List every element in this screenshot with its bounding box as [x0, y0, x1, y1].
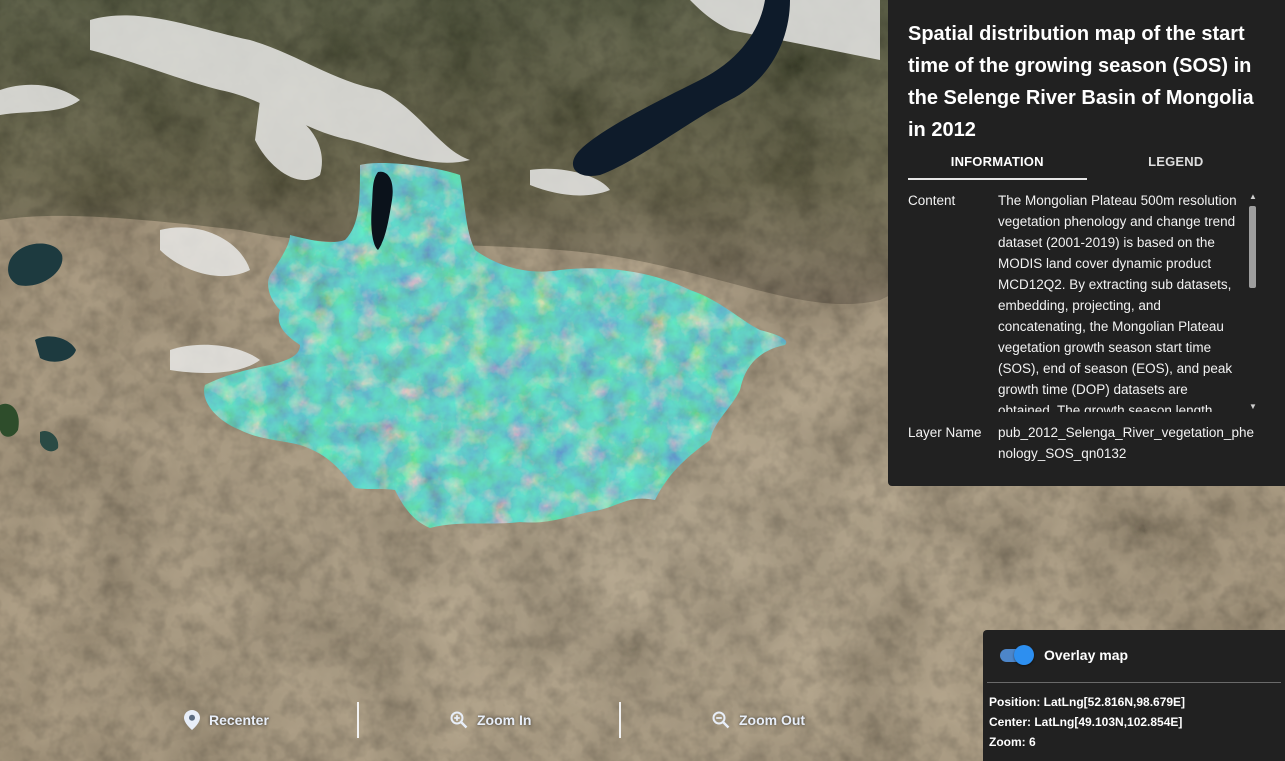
zoom-out-label: Zoom Out — [739, 712, 806, 728]
scroll-down-icon[interactable]: ▼ — [1248, 402, 1258, 412]
panel-title: Spatial distribution map of the start ti… — [908, 23, 1254, 141]
tab-legend[interactable]: LEGEND — [1087, 146, 1266, 180]
layer-name-label: Layer Name — [908, 425, 982, 440]
scroll-thumb[interactable] — [1249, 206, 1256, 288]
toolbar-divider — [357, 702, 359, 738]
tab-information[interactable]: INFORMATION — [908, 146, 1087, 180]
zoom-in-icon — [450, 711, 468, 729]
recenter-button[interactable]: Recenter — [184, 710, 269, 730]
zoom-readout: Zoom: 6 — [989, 735, 1036, 749]
status-divider — [987, 682, 1281, 683]
zoom-in-button[interactable]: Zoom In — [450, 710, 531, 730]
overlay-map-toggle[interactable] — [1000, 645, 1034, 665]
content-row: Content The Mongolian Plateau 500m resol… — [908, 190, 1276, 412]
content-scrollbar[interactable]: ▲ ▼ — [1248, 192, 1258, 412]
content-label: Content — [908, 193, 956, 208]
layer-name-row: Layer Name pub_2012_Selenga_River_vegeta… — [908, 422, 1276, 464]
center-readout: Center: LatLng[49.103N,102.854E] — [989, 715, 1183, 729]
map-pin-icon — [184, 710, 200, 730]
zoom-out-button[interactable]: Zoom Out — [712, 710, 805, 730]
content-scroll-area[interactable]: The Mongolian Plateau 500m resolution ve… — [998, 190, 1256, 412]
zoom-out-icon — [712, 711, 730, 729]
position-readout: Position: LatLng[52.816N,98.679E] — [989, 695, 1186, 709]
overlay-map-label: Overlay map — [1044, 647, 1129, 663]
map-status-panel: Overlay map Position: LatLng[52.816N,98.… — [983, 630, 1285, 761]
layer-name-value: pub_2012_Selenga_River_vegetation_phenol… — [998, 425, 1254, 461]
scroll-up-icon[interactable]: ▲ — [1248, 192, 1258, 202]
toolbar-divider — [619, 702, 621, 738]
status-lines: Position: LatLng[52.816N,98.679E] Center… — [989, 692, 1185, 752]
panel-tabs: INFORMATION LEGEND — [908, 146, 1265, 180]
toggle-knob — [1014, 645, 1034, 665]
layer-info-panel: Spatial distribution map of the start ti… — [888, 0, 1285, 486]
info-rows: Content The Mongolian Plateau 500m resol… — [908, 190, 1276, 464]
recenter-label: Recenter — [209, 712, 269, 728]
content-text: The Mongolian Plateau 500m resolution ve… — [998, 193, 1237, 412]
zoom-in-label: Zoom In — [477, 712, 532, 728]
